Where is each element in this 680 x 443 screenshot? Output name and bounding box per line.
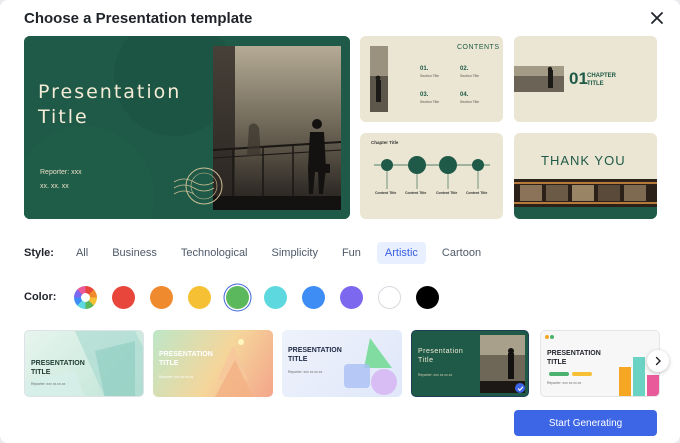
color-swatch-green[interactable] — [226, 285, 250, 309]
template-title: Presentation Title — [418, 348, 464, 364]
start-generating-button[interactable]: Start Generating — [514, 410, 657, 436]
contents-item-label: Section Title — [420, 100, 440, 104]
contents-item-num: 03. — [420, 92, 429, 98]
color-filter-row: Color: — [24, 285, 454, 309]
date-text: xx. xx. xx — [40, 183, 69, 190]
contents-item-num: 04. — [460, 92, 469, 98]
preview-thanks-slide: THANK YOU — [514, 133, 657, 219]
color-swatch-cyan[interactable] — [264, 285, 288, 309]
timeline-graphic — [374, 156, 490, 189]
next-arrow-button[interactable] — [647, 350, 669, 372]
template-card[interactable]: PRESENTATION TITLE Reporter: xxx xx.xx.xx — [24, 330, 144, 397]
contents-item-num: 01. — [420, 66, 429, 72]
template-title: PRESENTATION TITLE — [31, 360, 85, 376]
color-swatch-purple[interactable] — [340, 285, 364, 309]
content-title-label: Content Title — [466, 191, 488, 195]
color-swatch-white[interactable] — [378, 285, 402, 309]
template-subtitle: Reporter: xxx xx.xx.xx — [288, 370, 323, 374]
chapter-title: CHAPTER TITLE — [587, 72, 616, 88]
style-tab-technological[interactable]: Technological — [173, 242, 256, 264]
contents-item-label: Section Title — [420, 74, 440, 78]
main-preview-title: Presentation Title — [38, 80, 181, 130]
template-card[interactable]: PRESENTATION TITLE Reporter: xxx xx.xx.xx — [153, 330, 273, 397]
style-tab-artistic[interactable]: Artistic — [376, 242, 426, 264]
color-swatch-yellow[interactable] — [188, 285, 212, 309]
color-swatch-black[interactable] — [416, 285, 440, 309]
template-card[interactable]: PRESENTATION TITLE Reporter: xxx xx.xx.xx — [282, 330, 402, 397]
template-card[interactable]: PRESENTATION TITLE Reporter: xxx xx.xx.xx — [540, 330, 660, 397]
style-tab-fun[interactable]: Fun — [334, 242, 369, 264]
template-title: PRESENTATION TITLE — [288, 347, 342, 363]
style-tab-all[interactable]: All — [68, 242, 96, 264]
preview-chapter-slide: 01 CHAPTER TITLE — [514, 36, 657, 122]
color-swatch-multicolor[interactable] — [74, 285, 98, 309]
chapter-title-line1: CHAPTER — [587, 73, 617, 79]
contents-item-label: Section Title — [460, 100, 480, 104]
color-swatch-orange[interactable] — [150, 285, 174, 309]
color-swatch-red[interactable] — [112, 285, 136, 309]
dialog-title: Choose a Presentation template — [24, 10, 253, 27]
multicolor-center — [81, 292, 91, 302]
chapter-number: 01 — [569, 69, 588, 88]
content-title-label: Content Title — [375, 191, 397, 195]
template-card-selected[interactable]: Presentation Title Reporter: xxx xx.xx.xx — [411, 330, 529, 397]
content-title-label: Content Title — [436, 191, 458, 195]
content-title-label: Content Title — [405, 191, 427, 195]
postmark-stamp-icon — [174, 167, 223, 205]
preview-contents-slide: CONTENTS 01. Section Title 02. Section T… — [360, 36, 503, 122]
template-title: PRESENTATION TITLE — [159, 351, 213, 367]
template-dialog: Choose a Presentation template Presentat… — [0, 0, 680, 443]
contents-item-label: Section Title — [460, 74, 480, 78]
template-subtitle: Reporter: xxx xx.xx.xx — [547, 381, 582, 385]
chevron-right-icon — [655, 356, 661, 366]
chapter-title-line2: TITLE — [587, 81, 604, 87]
style-tab-cartoon[interactable]: Cartoon — [434, 242, 489, 264]
main-preview-slide: Presentation Title Reporter: xxx xx. xx.… — [24, 36, 350, 219]
main-preview-reporter: Reporter: xxx xx. xx. xx — [40, 166, 82, 194]
color-swatch-blue[interactable] — [302, 285, 326, 309]
preview-chapter-title-slide: Chapter Title Content Title Content Titl… — [360, 133, 503, 219]
template-title: PRESENTATION TITLE — [547, 350, 601, 366]
style-filter-row: Style: All Business Technological Simpli… — [24, 241, 497, 265]
style-tab-simplicity[interactable]: Simplicity — [264, 242, 326, 264]
contents-heading: CONTENTS — [457, 44, 500, 51]
template-subtitle: Reporter: xxx xx.xx.xx — [159, 375, 194, 379]
template-subtitle: Reporter: xxx xx.xx.xx — [31, 382, 66, 386]
main-title-line1: Presentation — [38, 81, 182, 103]
template-subtitle: Reporter: xxx xx.xx.xx — [418, 373, 453, 377]
style-tab-business[interactable]: Business — [104, 242, 165, 264]
contents-item-num: 02. — [460, 66, 469, 72]
main-title-line2: Title — [38, 106, 89, 128]
style-label: Style: — [24, 247, 54, 259]
close-icon[interactable] — [648, 9, 666, 27]
color-label: Color: — [24, 291, 57, 303]
check-icon — [515, 383, 525, 393]
filmstrip-graphic — [514, 179, 657, 219]
reporter-text: Reporter: xxx — [40, 169, 82, 176]
